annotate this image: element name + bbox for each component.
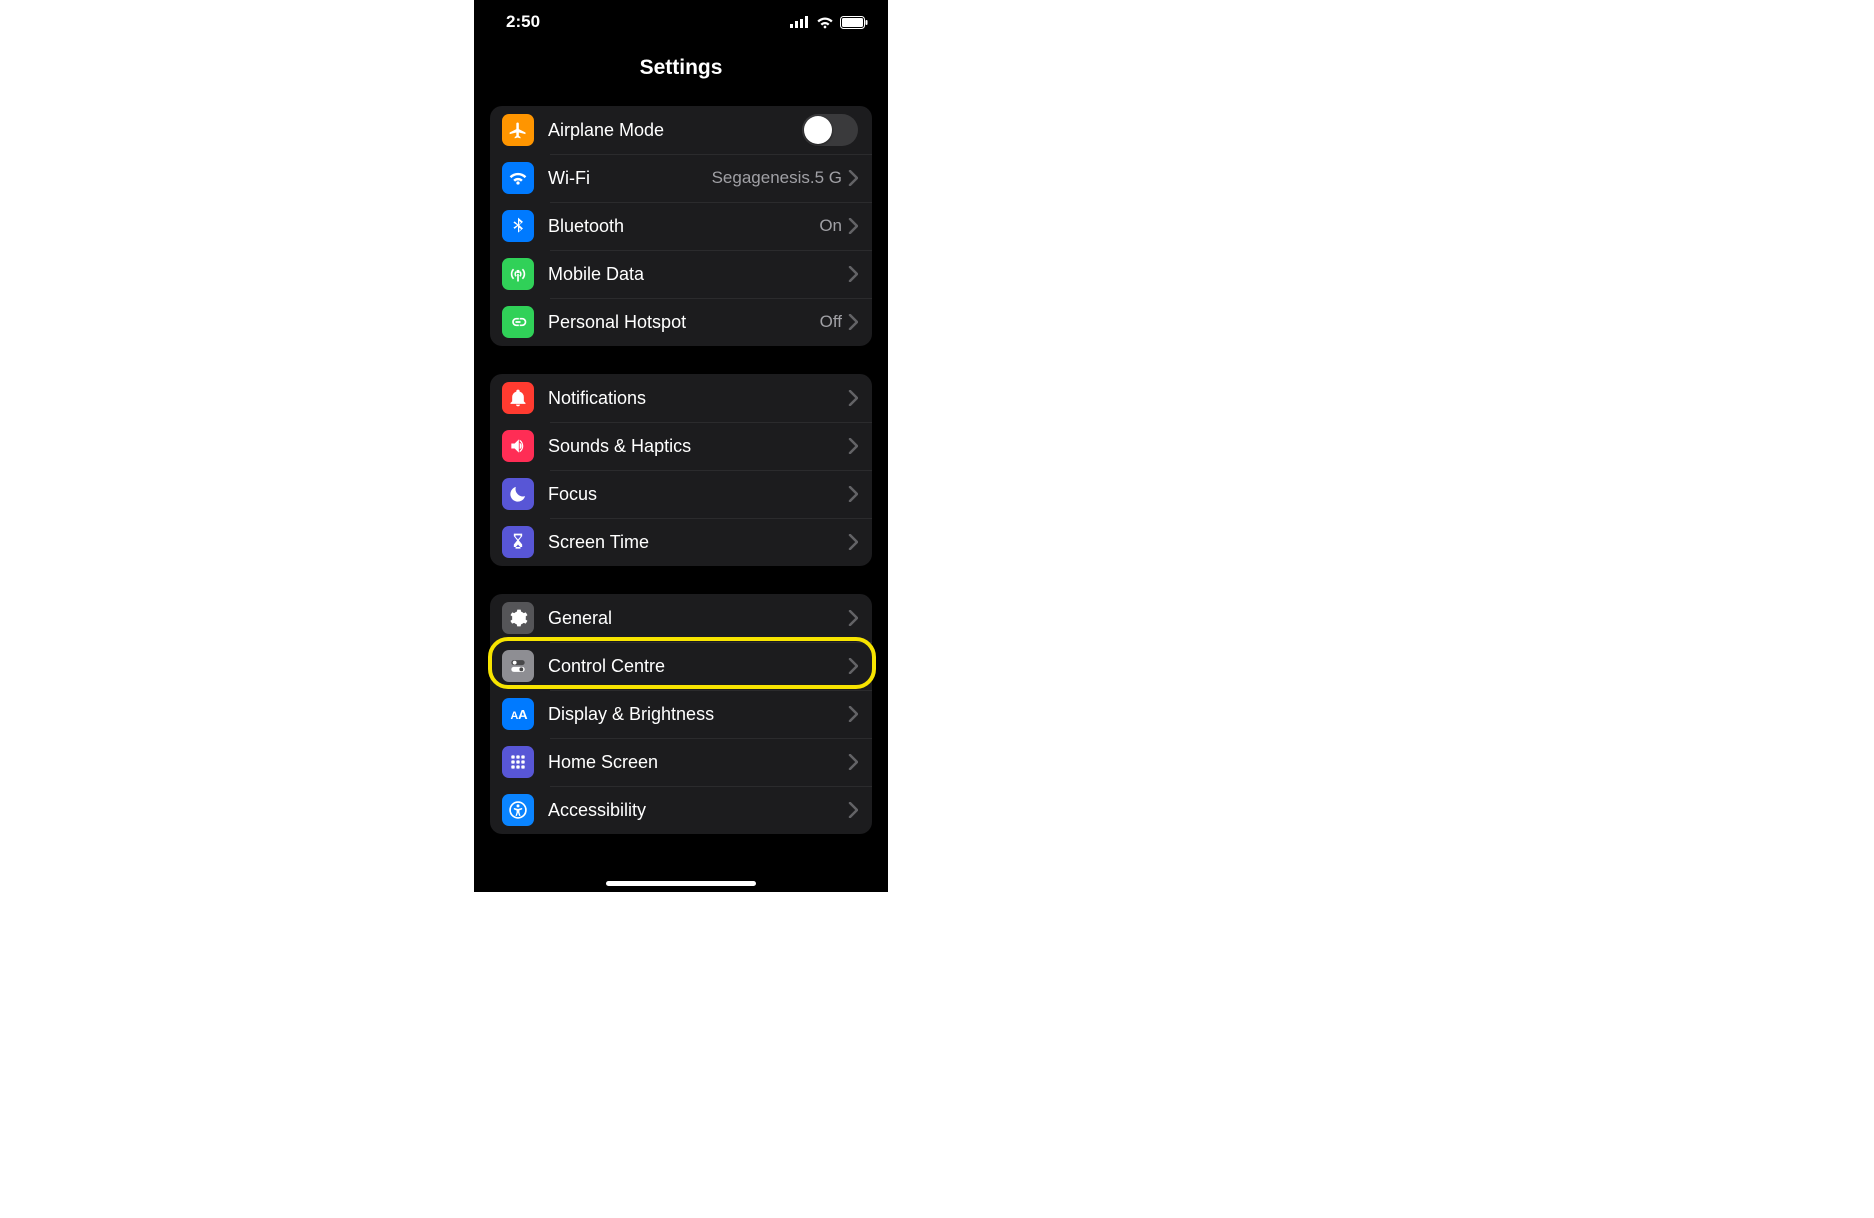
row-screen-time[interactable]: Screen Time	[490, 518, 872, 566]
settings-group-connectivity: Airplane Mode Wi-Fi Segagenesis.5 G Blue…	[490, 106, 872, 346]
row-display-brightness[interactable]: AA Display & Brightness	[490, 690, 872, 738]
bell-icon	[502, 382, 534, 414]
wifi-icon	[502, 162, 534, 194]
row-value: Off	[820, 312, 842, 332]
chevron-right-icon	[848, 266, 858, 282]
row-personal-hotspot[interactable]: Personal Hotspot Off	[490, 298, 872, 346]
row-label: General	[548, 608, 848, 629]
chevron-right-icon	[848, 390, 858, 406]
svg-text:A: A	[518, 707, 528, 722]
row-home-screen[interactable]: Home Screen	[490, 738, 872, 786]
row-label: Sounds & Haptics	[548, 436, 848, 457]
row-control-centre[interactable]: Control Centre	[490, 642, 872, 690]
row-label: Screen Time	[548, 532, 848, 553]
switches-icon	[502, 650, 534, 682]
chevron-right-icon	[848, 610, 858, 626]
chevron-right-icon	[848, 486, 858, 502]
status-bar-icons	[790, 16, 868, 29]
home-indicator[interactable]	[606, 881, 756, 886]
chevron-right-icon	[848, 754, 858, 770]
hourglass-icon	[502, 526, 534, 558]
settings-group-system: General Control Centre AA Display & Brig…	[490, 594, 872, 834]
row-general[interactable]: General	[490, 594, 872, 642]
phone-screen: 2:50 Settings Airplane Mode	[474, 0, 888, 892]
row-notifications[interactable]: Notifications	[490, 374, 872, 422]
row-label: Mobile Data	[548, 264, 848, 285]
row-airplane-mode[interactable]: Airplane Mode	[490, 106, 872, 154]
stage: 2:50 Settings Airplane Mode	[0, 0, 1874, 1218]
page-title: Settings	[474, 44, 888, 98]
status-bar: 2:50	[474, 0, 888, 44]
accessibility-icon	[502, 794, 534, 826]
wifi-status-icon	[816, 16, 834, 29]
speaker-icon	[502, 430, 534, 462]
airplane-icon	[502, 114, 534, 146]
row-wifi[interactable]: Wi-Fi Segagenesis.5 G	[490, 154, 872, 202]
cellular-signal-icon	[790, 16, 810, 28]
row-label: Personal Hotspot	[548, 312, 820, 333]
row-label: Accessibility	[548, 800, 848, 821]
text-size-icon: AA	[502, 698, 534, 730]
settings-group-alerts: Notifications Sounds & Haptics Focus	[490, 374, 872, 566]
chevron-right-icon	[848, 534, 858, 550]
row-label: Airplane Mode	[548, 120, 802, 141]
row-value: On	[819, 216, 842, 236]
row-mobile-data[interactable]: Mobile Data	[490, 250, 872, 298]
link-icon	[502, 306, 534, 338]
chevron-right-icon	[848, 438, 858, 454]
chevron-right-icon	[848, 170, 858, 186]
row-bluetooth[interactable]: Bluetooth On	[490, 202, 872, 250]
row-label: Bluetooth	[548, 216, 819, 237]
row-value: Segagenesis.5 G	[712, 168, 842, 188]
status-time: 2:50	[506, 12, 540, 32]
row-accessibility[interactable]: Accessibility	[490, 786, 872, 834]
chevron-right-icon	[848, 658, 858, 674]
moon-icon	[502, 478, 534, 510]
row-label: Display & Brightness	[548, 704, 848, 725]
chevron-right-icon	[848, 314, 858, 330]
bluetooth-icon	[502, 210, 534, 242]
row-focus[interactable]: Focus	[490, 470, 872, 518]
gear-icon	[502, 602, 534, 634]
airplane-mode-toggle[interactable]	[802, 114, 858, 146]
battery-icon	[840, 16, 868, 29]
row-label: Control Centre	[548, 656, 848, 677]
row-label: Home Screen	[548, 752, 848, 773]
row-label: Wi-Fi	[548, 168, 712, 189]
chevron-right-icon	[848, 706, 858, 722]
antenna-icon	[502, 258, 534, 290]
row-label: Focus	[548, 484, 848, 505]
chevron-right-icon	[848, 218, 858, 234]
grid-icon	[502, 746, 534, 778]
chevron-right-icon	[848, 802, 858, 818]
row-sounds-haptics[interactable]: Sounds & Haptics	[490, 422, 872, 470]
row-label: Notifications	[548, 388, 848, 409]
